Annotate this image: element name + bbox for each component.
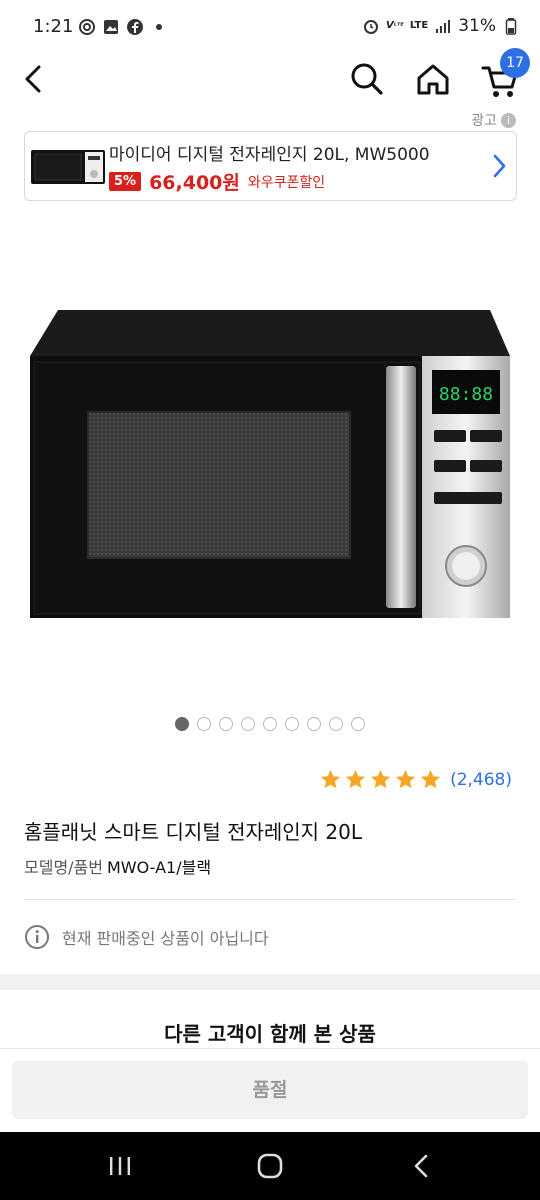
star-icon bbox=[320, 769, 341, 789]
star-icon bbox=[345, 769, 366, 789]
home-icon[interactable] bbox=[414, 60, 452, 98]
model-info: 모델명/품번 MWO-A1/블랙 bbox=[24, 854, 211, 878]
pager-dot[interactable] bbox=[197, 717, 211, 731]
pager-dot[interactable] bbox=[241, 717, 255, 731]
pager-dot[interactable] bbox=[263, 717, 277, 731]
top-app-bar: 17 bbox=[0, 48, 540, 106]
divider bbox=[24, 899, 516, 900]
cart-count-badge: 17 bbox=[500, 48, 530, 78]
status-time: 1:21 bbox=[33, 16, 74, 37]
ad-product-thumbnail bbox=[31, 150, 105, 184]
battery-percent: 31% bbox=[458, 16, 496, 36]
pager-dot[interactable] bbox=[351, 717, 365, 731]
home-nav-icon[interactable] bbox=[254, 1150, 286, 1182]
discount-badge: 5% bbox=[109, 172, 142, 191]
status-bar: 1:21 Vᴸᵀᴱ LTE 31% bbox=[0, 0, 540, 54]
gallery-icon bbox=[104, 20, 118, 34]
pager-dot[interactable] bbox=[329, 717, 343, 731]
product-page: 1:21 Vᴸᵀᴱ LTE 31% 17 광고 i 마이디어 디지털 전자레인지… bbox=[0, 0, 540, 1200]
signal-icon bbox=[436, 20, 451, 33]
image-pager-dots bbox=[0, 717, 540, 731]
ad-price: 66,400원 bbox=[149, 172, 240, 194]
info-circle-icon bbox=[25, 925, 49, 949]
bottom-action-bar: 품절 bbox=[0, 1048, 540, 1132]
pager-dot[interactable] bbox=[307, 717, 321, 731]
pager-dot[interactable] bbox=[175, 717, 189, 731]
info-icon: i bbox=[501, 112, 516, 128]
facebook-icon bbox=[127, 19, 143, 35]
not-for-sale-notice: 현재 판매중인 상품이 아닙니다 bbox=[24, 924, 269, 950]
back-arrow-icon[interactable] bbox=[18, 62, 50, 96]
review-count: (2,468) bbox=[450, 769, 512, 790]
search-icon[interactable] bbox=[348, 60, 386, 98]
rating-summary[interactable]: (2,468) bbox=[319, 768, 512, 791]
system-nav-bar bbox=[0, 1132, 540, 1200]
star-icon bbox=[395, 769, 416, 789]
section-title: 다른 고객이 함께 본 상품 bbox=[164, 1022, 376, 1046]
notice-text: 현재 판매중인 상품이 아닙니다 bbox=[62, 929, 269, 948]
model-value: MWO-A1/블랙 bbox=[107, 858, 212, 877]
back-nav-icon[interactable] bbox=[406, 1150, 438, 1182]
star-rating bbox=[319, 768, 442, 791]
ad-title: 마이디어 디지털 전자레인지 20L, MW5000 bbox=[109, 145, 430, 165]
star-icon bbox=[370, 769, 391, 789]
product-image-microwave[interactable]: 88:88 bbox=[24, 300, 516, 630]
battery-icon bbox=[505, 18, 517, 35]
volte-indicator: Vᴸᵀᴱ bbox=[385, 20, 404, 31]
coupon-label: 와우쿠폰할인 bbox=[247, 174, 326, 191]
star-icon bbox=[420, 769, 441, 789]
section-separator bbox=[0, 974, 540, 990]
model-label: 모델명/품번 bbox=[24, 858, 103, 877]
alarm-icon bbox=[363, 20, 378, 34]
product-title: 홈플래닛 스마트 디지털 전자레인지 20L bbox=[24, 820, 363, 844]
threads-icon bbox=[79, 19, 95, 35]
ad-label[interactable]: 광고 i bbox=[471, 110, 516, 130]
network-type: LTE bbox=[409, 20, 429, 31]
ad-label-text: 광고 bbox=[471, 113, 497, 129]
status-right: Vᴸᵀᴱ LTE 31% bbox=[362, 16, 520, 36]
chevron-right-icon bbox=[493, 154, 506, 178]
more-notifications-dot bbox=[156, 24, 162, 30]
pager-dot[interactable] bbox=[219, 717, 233, 731]
ad-price-row: 5% 66,400원 와우쿠폰할인 bbox=[109, 168, 325, 195]
ad-banner[interactable]: 마이디어 디지털 전자레인지 20L, MW5000 5% 66,400원 와우… bbox=[24, 131, 517, 201]
notification-icons bbox=[78, 18, 162, 36]
svg-text:88:88: 88:88 bbox=[439, 384, 493, 405]
pager-dot[interactable] bbox=[285, 717, 299, 731]
recent-apps-icon[interactable] bbox=[104, 1150, 136, 1182]
soldout-button[interactable]: 품절 bbox=[12, 1061, 528, 1119]
